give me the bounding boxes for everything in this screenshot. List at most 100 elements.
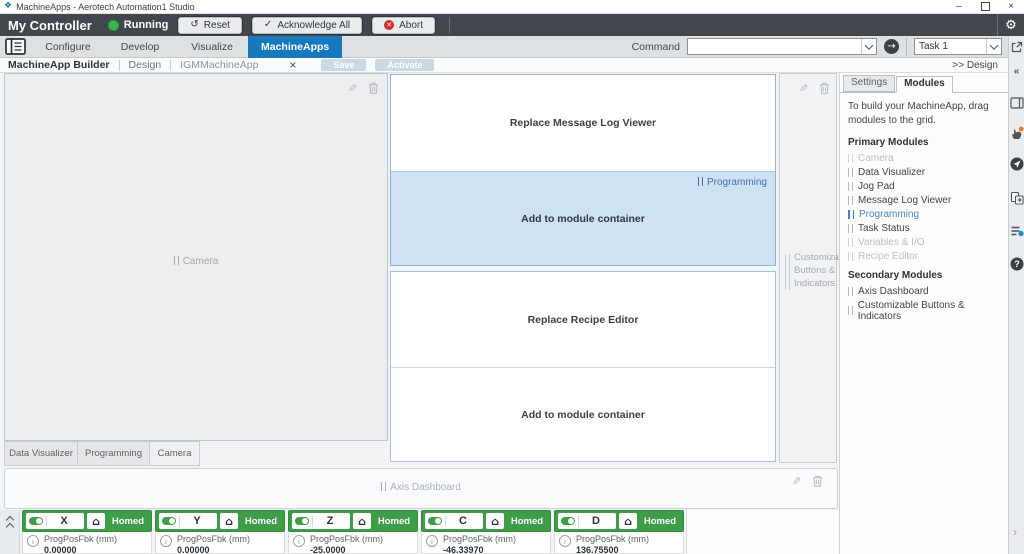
axis-enable-toggle[interactable] xyxy=(428,517,442,525)
controller-panel-button[interactable] xyxy=(1009,97,1024,109)
abort-button[interactable]: ✕ Abort xyxy=(372,17,435,34)
home-axis-button[interactable]: ⌂ xyxy=(486,513,504,529)
info-icon[interactable]: i xyxy=(160,535,172,547)
acknowledge-all-button[interactable]: ✓ Acknowledge All xyxy=(252,17,362,34)
axis-enable-box: Z xyxy=(292,513,350,529)
divider xyxy=(170,60,171,71)
manual-control-alert-button[interactable] xyxy=(1009,126,1024,140)
home-axis-button[interactable]: ⌂ xyxy=(87,513,105,529)
axis-enable-toggle[interactable] xyxy=(561,517,575,525)
tab-data-visualizer[interactable]: Data Visualizer xyxy=(4,441,78,466)
axis-enable-toggle[interactable] xyxy=(295,517,309,525)
drag-handle-icon xyxy=(698,177,703,186)
task-dropdown-button[interactable] xyxy=(986,39,1001,54)
tab-settings[interactable]: Settings xyxy=(843,75,895,92)
nav-divider xyxy=(906,38,907,56)
container-tools: ✎ xyxy=(348,82,379,94)
close-button[interactable]: × xyxy=(998,0,1024,13)
tab-machineapps[interactable]: MachineApps xyxy=(248,36,342,58)
module-item-programming[interactable]: Programming xyxy=(840,207,1008,221)
controller-name: My Controller xyxy=(8,18,92,33)
axis-homed-badge: Homed xyxy=(640,516,680,527)
home-axis-button[interactable]: ⌂ xyxy=(619,513,637,529)
reset-button[interactable]: ↺ Reset xyxy=(178,17,242,34)
navigation-button[interactable] xyxy=(1009,157,1024,171)
tab-configure[interactable]: Configure xyxy=(32,36,104,58)
home-axis-button[interactable]: ⌂ xyxy=(353,513,371,529)
info-icon[interactable]: i xyxy=(559,535,571,547)
module-item-axis-dashboard[interactable]: Axis Dashboard xyxy=(840,284,1008,298)
module-item-customizable-buttons[interactable]: Customizable Buttons & Indicators xyxy=(840,298,1008,323)
delete-trash-icon[interactable] xyxy=(812,475,823,487)
replace-message-log-viewer-dropzone[interactable]: Replace Message Log Viewer xyxy=(391,75,775,172)
buttons-indicators-container[interactable]: ✎ Customizable Buttons & Indicators xyxy=(779,73,837,463)
toolbar-divider xyxy=(449,17,450,33)
info-icon[interactable]: i xyxy=(293,535,305,547)
axis-status-bar: X ⌂ Homed i ProgPosFbk (mm)0.00000 Y ⌂ H… xyxy=(0,510,838,554)
task-select[interactable]: Task 1 xyxy=(914,38,1002,55)
tab-develop[interactable]: Develop xyxy=(104,36,176,58)
axis-enable-toggle[interactable] xyxy=(162,517,176,525)
collapse-sidebar-button[interactable]: « xyxy=(1009,66,1024,77)
edit-pencil-icon[interactable]: ✎ xyxy=(348,83,357,94)
module-item-message-log-viewer[interactable]: Message Log Viewer xyxy=(840,193,1008,207)
activate-button[interactable]: Activate xyxy=(375,59,434,71)
replace-recipe-editor-dropzone[interactable]: Replace Recipe Editor xyxy=(391,272,775,368)
module-item-camera: Camera xyxy=(840,151,1008,165)
add-module-dropzone[interactable]: Add to module container xyxy=(391,368,775,461)
axis-card-z: Z ⌂ Homed i ProgPosFbk (mm)-25.0000 xyxy=(288,510,418,554)
axis-dashboard-label: Axis Dashboard xyxy=(5,482,837,493)
axis-homed-badge: Homed xyxy=(108,516,148,527)
axis-card-d: D ⌂ Homed i ProgPosFbk (mm)136.75500 xyxy=(554,510,684,554)
module-item-task-status[interactable]: Task Status xyxy=(840,221,1008,235)
delete-trash-icon[interactable] xyxy=(368,82,379,94)
axis-enable-box: C xyxy=(425,513,483,529)
help-button[interactable]: ? xyxy=(1009,257,1024,271)
tab-camera[interactable]: Camera xyxy=(150,441,200,466)
file-transfer-button[interactable] xyxy=(1009,191,1024,205)
axis-letter: Y xyxy=(180,515,214,527)
axis-dashboard-container[interactable]: Axis Dashboard ✎ xyxy=(4,468,838,509)
svg-text:?: ? xyxy=(1014,259,1020,269)
edit-pencil-icon[interactable]: ✎ xyxy=(799,83,808,94)
secondary-modules-header: Secondary Modules xyxy=(840,263,1008,284)
collapse-axis-bar-button[interactable] xyxy=(0,510,20,554)
delete-trash-icon[interactable] xyxy=(819,82,830,94)
scroll-right-arrow[interactable]: › xyxy=(1013,525,1017,539)
task-queue-button[interactable] xyxy=(1009,225,1024,238)
command-dropdown-button[interactable] xyxy=(861,39,876,54)
open-new-window-button[interactable] xyxy=(1009,41,1024,54)
tab-visualize[interactable]: Visualize xyxy=(176,36,248,58)
axis-enable-box: D xyxy=(558,513,616,529)
open-app-tab[interactable]: IGMMachineApp xyxy=(180,59,258,71)
axis-card-y: Y ⌂ Homed i ProgPosFbk (mm)0.00000 xyxy=(155,510,285,554)
axis-homed-badge: Homed xyxy=(507,516,547,527)
add-module-dropzone-highlighted[interactable]: Programming Add to module container xyxy=(391,172,775,265)
module-item-jog-pad[interactable]: Jog Pad xyxy=(840,179,1008,193)
module-item-data-visualizer[interactable]: Data Visualizer xyxy=(840,165,1008,179)
paper-plane-icon xyxy=(1010,157,1024,171)
workspace-menu-button[interactable] xyxy=(5,38,26,55)
edit-pencil-icon[interactable]: ✎ xyxy=(792,476,801,487)
axis-enable-toggle[interactable] xyxy=(29,517,43,525)
maximize-button[interactable] xyxy=(972,0,998,13)
axis-metric-label: ProgPosFbk (mm) xyxy=(310,534,383,544)
modules-sidebar: Settings Modules To build your MachineAp… xyxy=(839,73,1008,554)
tab-modules[interactable]: Modules xyxy=(896,76,953,93)
save-button[interactable]: Save xyxy=(321,59,366,71)
command-input[interactable] xyxy=(688,41,861,53)
right-icon-strip: « xyxy=(1008,36,1024,554)
axis-header: Y ⌂ Homed xyxy=(155,510,285,532)
design-toggle[interactable]: >> Design xyxy=(952,60,998,71)
settings-gear-button[interactable]: ⚙ xyxy=(997,14,1024,36)
info-icon[interactable]: i xyxy=(426,535,438,547)
camera-module-container[interactable]: ✎ Camera xyxy=(4,73,388,441)
info-icon[interactable]: i xyxy=(27,535,39,547)
axis-letter: Z xyxy=(313,515,347,527)
minimize-button[interactable]: – xyxy=(946,0,972,13)
run-command-button[interactable]: → xyxy=(884,39,899,54)
automation-studio-window: ❖ MachineApps - Aerotech Automation1 Stu… xyxy=(0,0,1024,554)
home-axis-button[interactable]: ⌂ xyxy=(220,513,238,529)
close-app-button[interactable]: × xyxy=(289,59,296,71)
tab-programming[interactable]: Programming xyxy=(78,441,150,466)
